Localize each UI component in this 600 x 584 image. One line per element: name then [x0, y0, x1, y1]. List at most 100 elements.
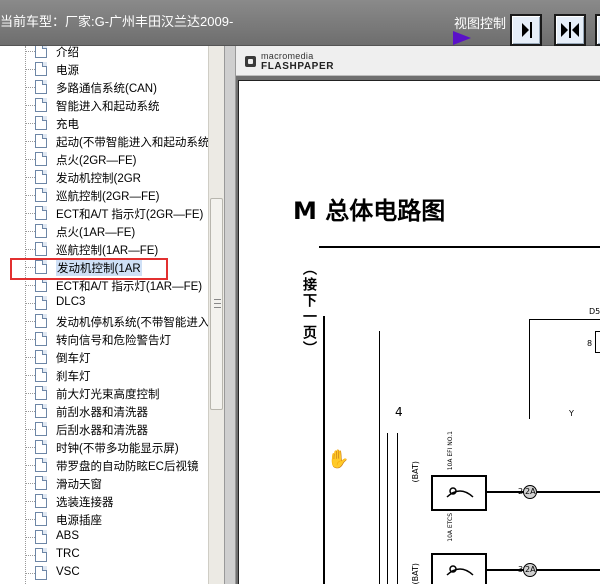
view-control-label: 视图控制: [454, 16, 507, 31]
document-icon: [35, 548, 47, 562]
tree-item-label: 滑动天窗: [56, 479, 102, 491]
pin-label-2: 2: [518, 487, 524, 496]
document-icon: [35, 242, 47, 256]
scroll-grip-icon: [214, 299, 221, 308]
tree-item[interactable]: VSC: [0, 564, 208, 582]
tree-item-label: VSC: [56, 566, 80, 578]
tree-item-label: 前大灯光束高度控制: [56, 389, 160, 401]
tree-item[interactable]: 带罗盘的自动防眩EC后视镜: [0, 456, 208, 474]
brand-main: FLASHPAPER: [261, 61, 335, 72]
pin-label-3: 3: [518, 565, 524, 574]
tree-item-label: 充电: [56, 119, 79, 131]
pane-splitter[interactable]: [224, 46, 236, 584]
tree-item[interactable]: 智能进入和起动系统: [0, 96, 208, 114]
pin-label-8: 8: [587, 339, 593, 348]
tree-item[interactable]: 转向信号和危险警告灯: [0, 330, 208, 348]
hand-cursor-icon: ✋: [327, 449, 350, 469]
single-pane-view-button[interactable]: [510, 14, 542, 46]
document-tree: 介绍电源 多路通信系统(CAN) 智能进入和起动系统充电 起动(不带智能进入和起动系统…: [0, 46, 208, 584]
tree-item-label: ECT和A/T 指示灯(1AR—FE): [56, 281, 203, 293]
tree-item[interactable]: 多路通信系统(CAN): [0, 78, 208, 96]
document-viewer: macromedia FLASHPAPER M 总体电路图 （接下一页） 4 D…: [236, 46, 600, 584]
tree-item-label: 发动机控制(1AR: [56, 260, 142, 276]
document-icon: [35, 494, 47, 508]
tree-item-label: 发动机停机系统(不带智能进入和: [56, 317, 208, 329]
tree-item[interactable]: TRC: [0, 546, 208, 564]
split-pane-view-button[interactable]: [554, 14, 586, 46]
tree-item-label: ABS: [56, 530, 80, 542]
tree-item-label: TRC: [56, 548, 80, 560]
pane-split-icon: [561, 22, 579, 38]
tree-item[interactable]: 点火(1AR—FE): [0, 222, 208, 240]
current-vehicle-label: 当前车型：厂家:G-广州丰田汉兰达2009-: [0, 14, 234, 29]
tree-item[interactable]: 时钟(不带多功能显示屏): [0, 438, 208, 456]
document-page[interactable]: M 总体电路图 （接下一页） 4 D57 8 Y (BAT) 10A EFI N…: [238, 80, 600, 584]
tree-item-label: 电源: [56, 65, 79, 77]
tree-item[interactable]: ECT和A/T 指示灯(2GR—FE): [0, 204, 208, 222]
tree-item[interactable]: 刹车灯: [0, 366, 208, 384]
tree-item[interactable]: 巡航控制(2GR—FE): [0, 186, 208, 204]
tree-item-label: 点火(1AR—FE): [56, 227, 136, 239]
tree-item-label: 倒车灯: [56, 353, 91, 365]
tree-scrollbar-thumb[interactable]: [210, 198, 223, 410]
document-icon: [35, 152, 47, 166]
tree-item-label: 介绍: [56, 47, 79, 59]
document-icon: [35, 476, 47, 490]
document-icon: [35, 206, 47, 220]
fuse-efi-no1: [431, 475, 487, 511]
tree-item[interactable]: 发动机控制(1AR: [0, 258, 208, 276]
fuse-symbol-icon: [446, 565, 474, 576]
tree-item-label: 前刮水器和清洗器: [56, 407, 148, 419]
tree-item[interactable]: ECT和A/T 指示灯(1AR—FE): [0, 276, 208, 294]
tree-item[interactable]: 倒车灯: [0, 348, 208, 366]
tree-item[interactable]: 电源插座: [0, 510, 208, 528]
document-icon: [35, 422, 47, 436]
tree-item[interactable]: 电源: [0, 60, 208, 78]
document-icon: [35, 332, 47, 346]
tree-item-label: 发动机控制(2GR: [56, 173, 141, 185]
fuse-label-1: 10A EFI NO.1: [447, 431, 454, 471]
tree-item[interactable]: 巡航控制(1AR—FE): [0, 240, 208, 258]
document-icon: [35, 350, 47, 364]
tree-item[interactable]: 选装连接器: [0, 492, 208, 510]
tree-item[interactable]: 点火(2GR—FE): [0, 150, 208, 168]
document-icon: [35, 404, 47, 418]
tree-item-label: 点火(2GR—FE): [56, 155, 137, 167]
document-icon: [35, 170, 47, 184]
document-icon: [35, 512, 47, 526]
document-icon: [35, 46, 47, 58]
tree-item[interactable]: 充电: [0, 114, 208, 132]
fuse-label-2: 10A ETCS: [447, 513, 454, 542]
document-icon: [35, 368, 47, 382]
tree-scrollbar[interactable]: [208, 46, 224, 584]
tree-item-label: 巡航控制(2GR—FE): [56, 191, 160, 203]
tree-item-label: 电源插座: [56, 515, 102, 527]
tree-item[interactable]: 前大灯光束高度控制: [0, 384, 208, 402]
flashpaper-logo-icon: [245, 56, 256, 67]
tree-item-label: 巡航控制(1AR—FE): [56, 245, 159, 257]
tree-item-label: ECT和A/T 指示灯(2GR—FE): [56, 209, 204, 221]
tree-item[interactable]: 后刮水器和清洗器: [0, 420, 208, 438]
bat-label-2: (BAT): [411, 563, 420, 584]
document-icon: [35, 80, 47, 94]
tree-item[interactable]: 前刮水器和清洗器: [0, 402, 208, 420]
page-number-mark: 4: [395, 405, 403, 419]
tree-item[interactable]: 发动机控制(2GR: [0, 168, 208, 186]
tree-item[interactable]: 发动机停机系统(不带智能进入和: [0, 312, 208, 330]
fuse-etcs: [431, 553, 487, 584]
document-icon: [35, 134, 47, 148]
tree-item[interactable]: 滑动天窗: [0, 474, 208, 492]
document-icon: [35, 566, 47, 580]
more-view-button[interactable]: [595, 14, 600, 46]
bat-label-1: (BAT): [411, 461, 420, 483]
document-icon: [35, 386, 47, 400]
document-icon: [35, 530, 47, 544]
tree-item-label: 时钟(不带多功能显示屏): [56, 443, 179, 455]
tree-item-label: 转向信号和危险警告灯: [56, 335, 171, 347]
document-icon: [35, 224, 47, 238]
document-icon: [35, 278, 47, 292]
tree-item[interactable]: 起动(不带智能进入和起动系统): [0, 132, 208, 150]
tree-item[interactable]: ABS: [0, 528, 208, 546]
tree-item[interactable]: DLC3: [0, 294, 208, 312]
tree-item[interactable]: 介绍: [0, 46, 208, 60]
